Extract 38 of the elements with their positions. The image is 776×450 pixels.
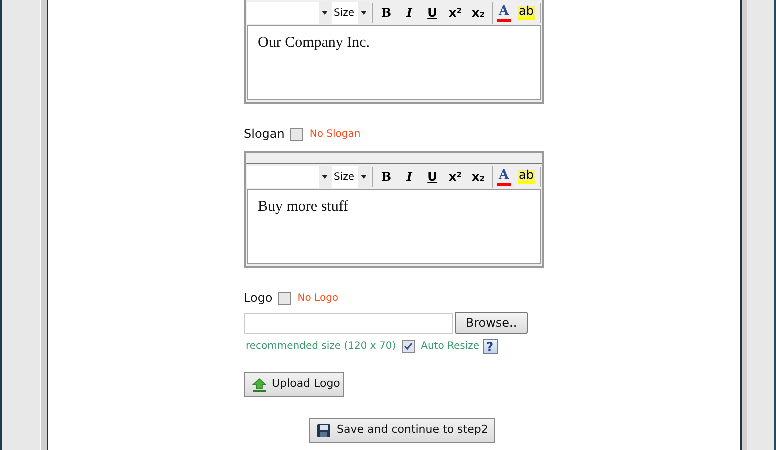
underline-button[interactable]: U: [421, 2, 444, 24]
font-color-button[interactable]: A: [492, 2, 515, 24]
font-color-button[interactable]: A: [492, 166, 515, 188]
editor-content[interactable]: Our Company Inc.: [247, 25, 541, 100]
italic-button[interactable]: I: [398, 166, 421, 188]
field-label: Slogan: [244, 126, 285, 143]
option-label: No Logo: [298, 292, 339, 306]
save-button[interactable]: Save and continue to step2: [309, 418, 495, 443]
underline-button[interactable]: U: [421, 166, 444, 188]
caret-icon: [322, 11, 328, 15]
checkbox[interactable]: [290, 128, 303, 140]
check-icon: [404, 342, 414, 351]
bold-button[interactable]: B: [375, 2, 398, 24]
file-input-field[interactable]: [244, 312, 453, 334]
field-label: Logo: [244, 290, 273, 307]
hint-text: recommended size (120 x 70): [246, 340, 396, 354]
checkbox[interactable]: [402, 340, 416, 353]
superscript-button[interactable]: x²: [444, 166, 467, 188]
highlight-button[interactable]: ab: [515, 2, 538, 24]
checkbox-label: Auto Resize: [421, 340, 480, 354]
subscript-button[interactable]: x₂: [467, 2, 490, 24]
checkbox[interactable]: [278, 292, 291, 304]
help-icon[interactable]: ?: [482, 339, 498, 354]
size-select[interactable]: Size: [332, 2, 370, 24]
highlight-button[interactable]: ab: [515, 166, 538, 188]
up-arrow-icon: [252, 378, 267, 392]
option-label: No Slogan: [310, 128, 361, 142]
size-select[interactable]: Size: [332, 166, 370, 188]
caret-icon: [361, 11, 367, 15]
caret-icon: [361, 175, 367, 179]
bold-button[interactable]: B: [375, 166, 398, 188]
superscript-button[interactable]: x²: [444, 2, 467, 24]
italic-button[interactable]: I: [398, 2, 421, 24]
editor-content[interactable]: Buy more stuff: [247, 189, 541, 264]
browse-button[interactable]: Browse..: [455, 312, 528, 334]
caret-icon: [322, 175, 328, 179]
upload-logo-button[interactable]: Upload Logo: [244, 372, 344, 397]
subscript-button[interactable]: x₂: [467, 166, 490, 188]
